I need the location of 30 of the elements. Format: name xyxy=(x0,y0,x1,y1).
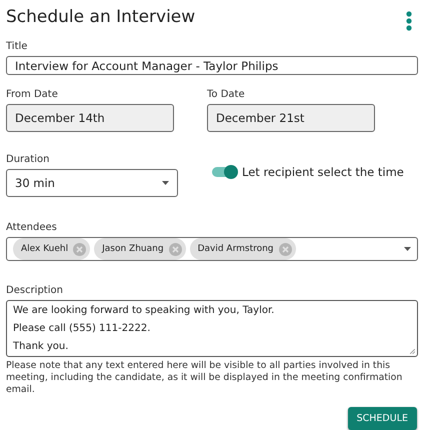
description-field[interactable]: We are looking forward to speaking with you, Taylor. Please call (555) 111-2222. Thank you. xyxy=(6,300,418,357)
description-text: Thank you. xyxy=(13,340,68,353)
field-label: Description xyxy=(6,285,63,296)
description-text: Please call (555) 111-2222. xyxy=(13,322,150,335)
field-label: From Date xyxy=(6,89,58,100)
title-field[interactable]: Interview for Account Manager - Taylor Philips xyxy=(6,56,418,75)
form-title: Schedule an Interview xyxy=(6,7,196,27)
attendee-chip[interactable]: Jason Zhuang xyxy=(94,238,186,260)
attendee-chip[interactable]: David Armstrong xyxy=(190,238,296,260)
resize-grip-icon[interactable] xyxy=(410,349,415,354)
caret-icon[interactable] xyxy=(404,247,411,251)
field-label: Duration xyxy=(6,154,50,165)
help-text: Please note that any text entered here will be visible to all parties involved in this meeting, including the candidate, as it will be displayed in the meeting confirmation email. xyxy=(6,360,404,396)
schedule-button[interactable]: SCHEDULE xyxy=(348,407,417,430)
attendee-chip[interactable]: Alex Kuehl xyxy=(13,238,90,260)
field-label: Title xyxy=(6,41,28,52)
remove-icon[interactable] xyxy=(73,242,86,256)
toggle-switch[interactable] xyxy=(212,167,236,177)
attendees-field[interactable]: Alex Kuehl Jason Zhuang David Armstrong xyxy=(6,237,418,261)
duration-select[interactable]: 30 min xyxy=(6,169,178,197)
date-field[interactable]: December 21st xyxy=(207,104,375,132)
field-label: Attendees xyxy=(6,222,57,233)
toggle-label: Let recipient select the time xyxy=(242,165,404,179)
remove-icon[interactable] xyxy=(168,242,182,256)
more-options-icon[interactable] xyxy=(406,11,412,31)
remove-icon[interactable] xyxy=(278,242,292,256)
field-label: To Date xyxy=(207,89,245,100)
caret-icon xyxy=(162,181,169,185)
date-field[interactable]: December 14th xyxy=(6,104,174,132)
description-text: We are looking forward to speaking with you, Taylor. xyxy=(13,304,274,317)
